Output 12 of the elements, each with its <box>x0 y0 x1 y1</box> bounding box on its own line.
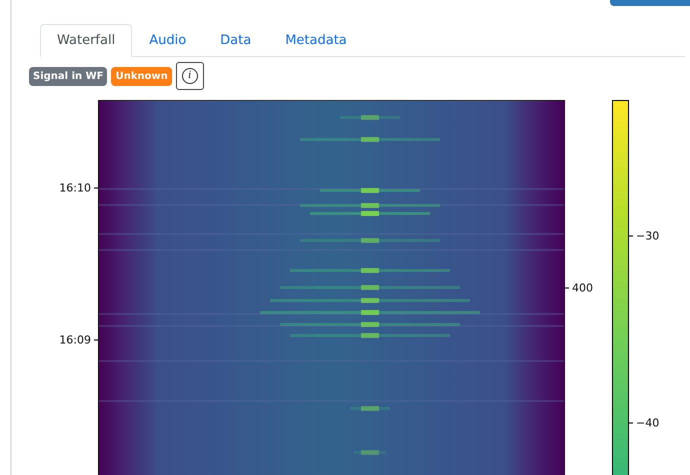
axis-tick-label: 16:10 <box>59 182 91 194</box>
colorbar-tick-label: −30 <box>636 230 660 242</box>
axis-tick-label: 400 <box>572 282 593 294</box>
tab[interactable]: Waterfall <box>40 24 132 57</box>
tab[interactable]: Data <box>203 24 268 57</box>
axis-tick-label: 16:09 <box>59 334 91 346</box>
status-badge: Signal in WF <box>29 66 108 86</box>
status-badge: Unknown <box>111 66 172 86</box>
tab[interactable]: Audio <box>132 24 204 57</box>
info-button[interactable]: i <box>176 62 204 90</box>
colorbar-tick-label: −40 <box>636 416 660 430</box>
tab[interactable]: Metadata <box>268 24 364 57</box>
